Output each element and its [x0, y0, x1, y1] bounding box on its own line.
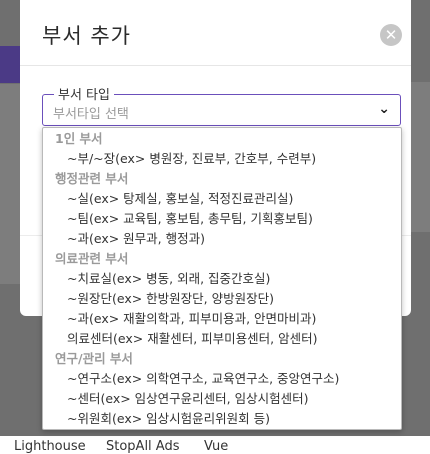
background-nav-bar: [0, 46, 22, 83]
chevron-down-icon[interactable]: ⌄: [378, 101, 390, 117]
dropdown-option[interactable]: ~원장단(ex> 한방원장단, 양방원장단): [43, 289, 401, 309]
department-type-dropdown: 1인 부서 ~부/~장(ex> 병원장, 진료부, 간호부, 수련부) 행정관련…: [42, 127, 402, 430]
dropdown-option[interactable]: ~팀(ex> 교육팀, 홍보팀, 총무팀, 기획홍보팀): [43, 209, 401, 229]
bookmarks-bar: Lighthouse StopAll Ads Vue: [0, 436, 430, 454]
dialog-header: 부서 추가 ✕: [20, 0, 411, 66]
option-group-label: 행정관련 부서: [55, 171, 129, 186]
bookmark-vue[interactable]: Vue: [204, 439, 228, 454]
dropdown-option[interactable]: ~연구소(ex> 의학연구소, 교육연구소, 중앙연구소): [43, 369, 401, 389]
bookmark-stopall-ads[interactable]: StopAll Ads: [106, 439, 180, 454]
dropdown-option[interactable]: ~과(ex> 재활의학과, 피부미용과, 안면마비과): [43, 309, 401, 329]
option-group-label: 의료관련 부서: [55, 251, 129, 266]
dropdown-option[interactable]: 의료센터(ex> 재활센터, 피부미용센터, 암센터): [43, 329, 401, 349]
dropdown-option[interactable]: ~센터(ex> 임상연구윤리센터, 임상시험센터): [43, 389, 401, 409]
close-icon[interactable]: ✕: [380, 24, 402, 46]
dropdown-option[interactable]: ~부/~장(ex> 병원장, 진료부, 간호부, 수련부): [43, 149, 401, 169]
select-placeholder: 부서타입 선택: [53, 107, 129, 122]
dropdown-option[interactable]: ~과(ex> 원무과, 행정과): [43, 229, 401, 249]
option-group-label: 1인 부서: [55, 131, 103, 146]
department-type-label: 부서 타입: [54, 84, 114, 103]
bookmark-lighthouse[interactable]: Lighthouse: [14, 439, 86, 454]
option-group-label: 연구/관리 부서: [55, 351, 133, 366]
dropdown-option[interactable]: ~치료실(ex> 병동, 외래, 집중간호실): [43, 269, 401, 289]
dialog-title: 부서 추가: [42, 24, 131, 48]
background-panel-left: [0, 84, 20, 284]
dropdown-option[interactable]: ~실(ex> 탕제실, 홍보실, 적정진료관리실): [43, 189, 401, 209]
dropdown-option[interactable]: ~위원회(ex> 임상시험윤리위원회 등): [43, 409, 401, 429]
